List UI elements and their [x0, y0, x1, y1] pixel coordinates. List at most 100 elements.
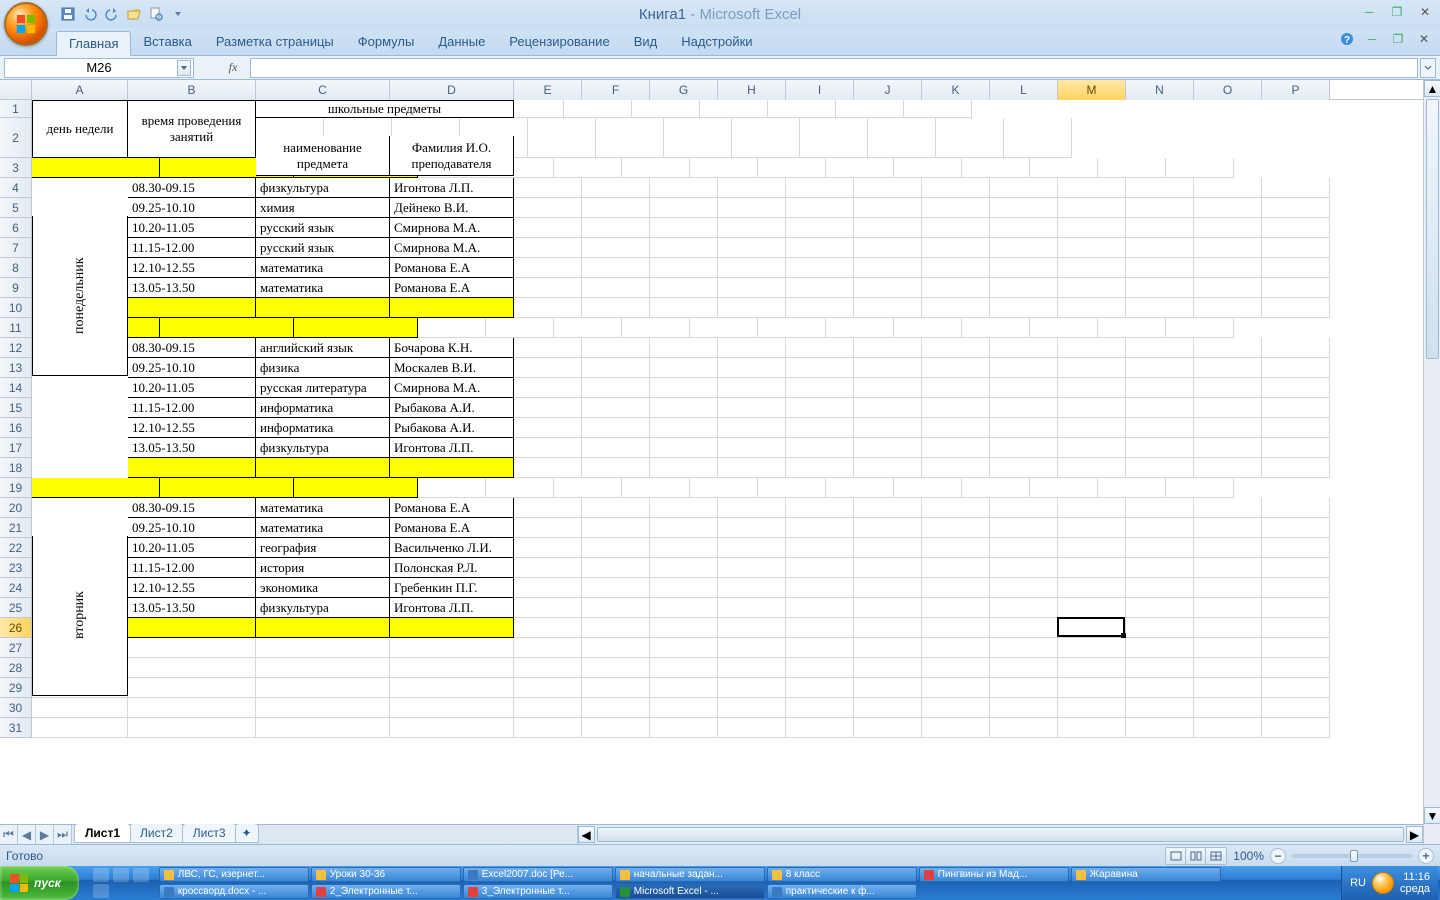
- row-header-12[interactable]: 12: [0, 338, 32, 358]
- cell[interactable]: [1030, 318, 1098, 338]
- cell[interactable]: [904, 100, 972, 118]
- cell[interactable]: [1126, 378, 1194, 398]
- ql-media-icon[interactable]: [93, 884, 109, 898]
- cell[interactable]: [1126, 238, 1194, 258]
- view-normal-icon[interactable]: [1166, 848, 1186, 864]
- cell[interactable]: [1126, 558, 1194, 578]
- cell[interactable]: [1194, 518, 1262, 538]
- cell[interactable]: [128, 678, 256, 698]
- cell[interactable]: [922, 558, 990, 578]
- qat-dropdown-icon[interactable]: [170, 6, 186, 22]
- cell[interactable]: [990, 618, 1058, 638]
- cell[interactable]: [390, 698, 514, 718]
- cell[interactable]: [1262, 638, 1330, 658]
- ribbon-tab-Вид[interactable]: Вид: [622, 30, 670, 55]
- vertical-scrollbar[interactable]: ▲ ▼: [1423, 80, 1440, 844]
- cell[interactable]: [1194, 658, 1262, 678]
- cell[interactable]: [1126, 458, 1194, 478]
- cell[interactable]: [922, 638, 990, 658]
- cell[interactable]: [826, 318, 894, 338]
- sheet-nav-prev-icon[interactable]: ◀: [18, 825, 36, 844]
- cell[interactable]: Полонская Р.Л.: [390, 558, 514, 578]
- cell[interactable]: [1058, 338, 1126, 358]
- cell[interactable]: [1058, 418, 1126, 438]
- cell[interactable]: [990, 358, 1058, 378]
- cell[interactable]: Дейнеко В.И.: [390, 198, 514, 218]
- cell[interactable]: [786, 378, 854, 398]
- cell[interactable]: русская литература: [256, 378, 390, 398]
- cell[interactable]: [1126, 658, 1194, 678]
- cell[interactable]: [32, 718, 128, 738]
- cell[interactable]: 11.15-12.00: [128, 398, 256, 418]
- column-header-I[interactable]: I: [786, 80, 854, 100]
- cell[interactable]: [1262, 458, 1330, 478]
- cell[interactable]: [1058, 458, 1126, 478]
- column-header-M[interactable]: M: [1058, 80, 1126, 100]
- cell[interactable]: физкультура: [256, 438, 390, 458]
- cell[interactable]: история: [256, 558, 390, 578]
- cell[interactable]: [990, 458, 1058, 478]
- cell[interactable]: [922, 378, 990, 398]
- row-header-17[interactable]: 17: [0, 438, 32, 458]
- row-header-18[interactable]: 18: [0, 458, 32, 478]
- row-header-2[interactable]: 2: [0, 118, 32, 158]
- cell[interactable]: [1262, 218, 1330, 238]
- cell[interactable]: [650, 438, 718, 458]
- cell[interactable]: [1098, 318, 1166, 338]
- cell[interactable]: [128, 638, 256, 658]
- cell[interactable]: [786, 578, 854, 598]
- row-header-24[interactable]: 24: [0, 578, 32, 598]
- cell[interactable]: [514, 618, 582, 638]
- row-header-20[interactable]: 20: [0, 498, 32, 518]
- formula-expand-icon[interactable]: [1420, 58, 1436, 78]
- cell[interactable]: [1058, 398, 1126, 418]
- cell[interactable]: [32, 478, 160, 498]
- cell[interactable]: [256, 298, 390, 318]
- cell[interactable]: [786, 418, 854, 438]
- cell[interactable]: [1262, 238, 1330, 258]
- redo-icon[interactable]: [104, 6, 120, 22]
- ribbon-tab-Формулы[interactable]: Формулы: [346, 30, 427, 55]
- row-header-11[interactable]: 11: [0, 318, 32, 338]
- cell[interactable]: [854, 558, 922, 578]
- cell[interactable]: [650, 538, 718, 558]
- cell[interactable]: [1194, 678, 1262, 698]
- cell[interactable]: [582, 698, 650, 718]
- workbook-minimize-button[interactable]: ─: [1364, 32, 1380, 46]
- zoom-percent[interactable]: 100%: [1233, 849, 1264, 863]
- cell[interactable]: [868, 118, 936, 158]
- sheet-tab-Лист2[interactable]: Лист2: [129, 824, 184, 843]
- cell[interactable]: Москалев В.И.: [390, 358, 514, 378]
- horizontal-scrollbar[interactable]: ◀ ▶: [577, 825, 1423, 844]
- cell[interactable]: [854, 498, 922, 518]
- cell[interactable]: [256, 458, 390, 478]
- cell[interactable]: [582, 678, 650, 698]
- cell[interactable]: [718, 618, 786, 638]
- cell[interactable]: [650, 358, 718, 378]
- cell[interactable]: [1194, 298, 1262, 318]
- taskbar-item[interactable]: начальные задан...: [615, 867, 765, 882]
- cell[interactable]: [650, 658, 718, 678]
- cell[interactable]: [786, 458, 854, 478]
- row-header-5[interactable]: 5: [0, 198, 32, 218]
- cell[interactable]: [854, 238, 922, 258]
- cell[interactable]: [582, 718, 650, 738]
- cell[interactable]: [922, 498, 990, 518]
- cell[interactable]: [650, 498, 718, 518]
- cell[interactable]: 08.30-09.15: [128, 338, 256, 358]
- cell[interactable]: [1262, 578, 1330, 598]
- cell[interactable]: [1194, 598, 1262, 618]
- column-header-O[interactable]: O: [1194, 80, 1262, 100]
- cell[interactable]: [826, 158, 894, 178]
- cell[interactable]: [1126, 178, 1194, 198]
- cell[interactable]: [826, 478, 894, 498]
- sheet-nav-first-icon[interactable]: ⏮: [0, 825, 18, 844]
- cell[interactable]: [1194, 278, 1262, 298]
- cell[interactable]: [1194, 358, 1262, 378]
- cell[interactable]: [1126, 578, 1194, 598]
- cell[interactable]: [390, 678, 514, 698]
- ribbon-tab-Вставка[interactable]: Вставка: [131, 30, 203, 55]
- cell[interactable]: [632, 100, 700, 118]
- row-header-23[interactable]: 23: [0, 558, 32, 578]
- cell[interactable]: информатика: [256, 418, 390, 438]
